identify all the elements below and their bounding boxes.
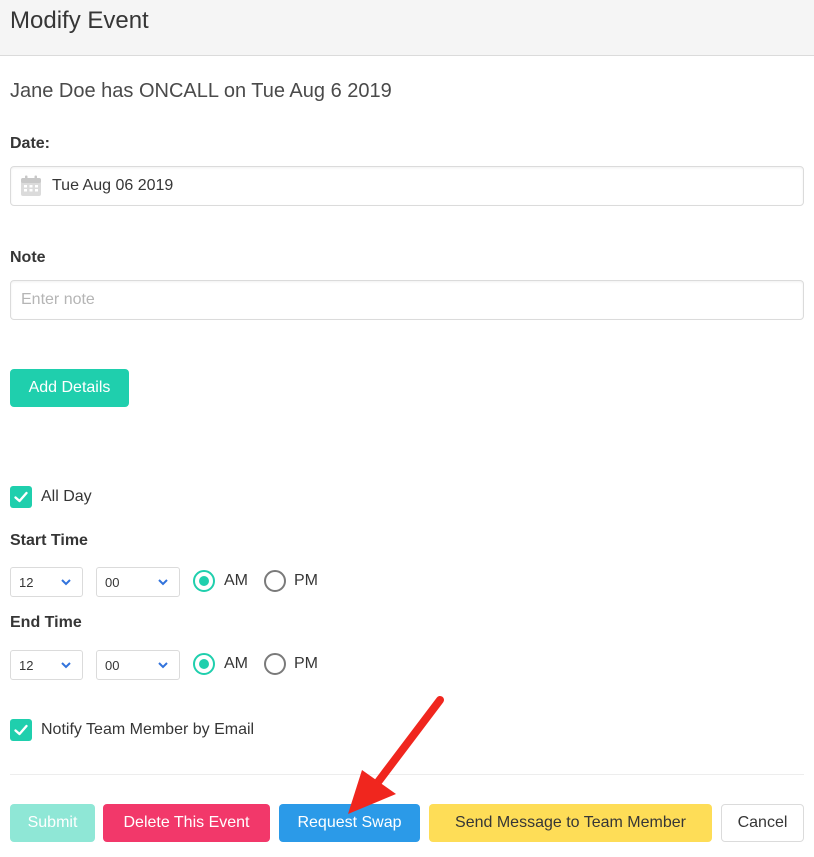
end-hour-value: 12 xyxy=(19,658,34,673)
chevron-down-icon xyxy=(158,662,168,669)
end-minute-value: 00 xyxy=(105,658,120,673)
modal-title: Modify Event xyxy=(10,7,149,34)
date-field[interactable]: Tue Aug 06 2019 xyxy=(10,166,804,206)
delete-event-button[interactable]: Delete This Event xyxy=(103,804,270,842)
start-pm-radio[interactable] xyxy=(264,570,286,592)
start-am-label: AM xyxy=(224,572,248,589)
notify-label: Notify Team Member by Email xyxy=(41,721,255,738)
end-pm-radio[interactable] xyxy=(264,653,286,675)
start-minute-select[interactable]: 00 xyxy=(96,567,180,597)
request-swap-button[interactable]: Request Swap xyxy=(279,804,420,842)
end-am-radio[interactable] xyxy=(193,653,215,675)
start-am-radio[interactable] xyxy=(193,570,215,592)
end-hour-select[interactable]: 12 xyxy=(10,650,83,680)
chevron-down-icon xyxy=(158,579,168,586)
date-value: Tue Aug 06 2019 xyxy=(52,177,174,194)
footer-divider xyxy=(10,774,804,775)
note-label: Note xyxy=(10,249,46,266)
end-time-label: End Time xyxy=(10,614,82,631)
checkmark-icon xyxy=(14,491,28,503)
start-pm-label: PM xyxy=(294,572,318,589)
start-minute-value: 00 xyxy=(105,575,120,590)
event-summary: Jane Doe has ONCALL on Tue Aug 6 2019 xyxy=(10,80,392,102)
end-am-label: AM xyxy=(224,655,248,672)
start-time-label: Start Time xyxy=(10,532,88,549)
start-hour-select[interactable]: 12 xyxy=(10,567,83,597)
note-input[interactable] xyxy=(11,281,803,319)
cancel-button[interactable]: Cancel xyxy=(721,804,804,842)
add-details-button[interactable]: Add Details xyxy=(10,369,129,407)
all-day-label: All Day xyxy=(41,488,92,505)
date-label: Date: xyxy=(10,135,51,152)
submit-button[interactable]: Submit xyxy=(10,804,95,842)
note-field-wrapper xyxy=(10,280,804,320)
modal-header: Modify Event xyxy=(0,0,814,56)
start-hour-value: 12 xyxy=(19,575,34,590)
chevron-down-icon xyxy=(61,662,71,669)
all-day-checkbox[interactable] xyxy=(10,486,32,508)
checkmark-icon xyxy=(14,724,28,736)
end-minute-select[interactable]: 00 xyxy=(96,650,180,680)
send-message-button[interactable]: Send Message to Team Member xyxy=(429,804,712,842)
red-arrow-icon xyxy=(348,696,444,814)
chevron-down-icon xyxy=(61,579,71,586)
calendar-icon xyxy=(21,175,41,196)
end-pm-label: PM xyxy=(294,655,318,672)
notify-checkbox[interactable] xyxy=(10,719,32,741)
